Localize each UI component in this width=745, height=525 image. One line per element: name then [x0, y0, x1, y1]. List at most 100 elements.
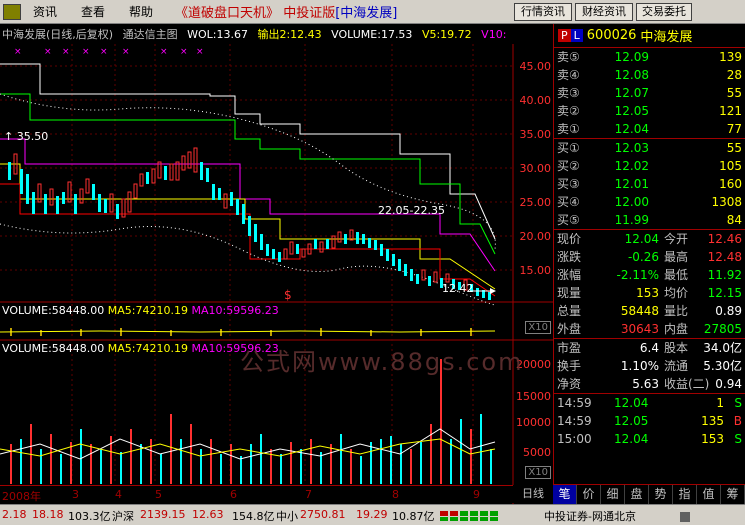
y-label-20: 20.00 [519, 230, 552, 243]
status-index-3-label[interactable]: 中小 [276, 508, 298, 524]
chart-area[interactable]: 中海发展(日线,后复权) 通达信主图 WOL:13.67 输出2:12.43 V… [0, 24, 553, 504]
buy-row: 买① 12.03 55 [557, 141, 742, 155]
tick-list: 14:59 12.04 1 S 14:59 12.05 135 B 15:00 12.04 15… [554, 393, 745, 448]
quote-panel: PL 600026 中海发展 卖⑤ 12.09 139 卖④ 12.08 28 卖③ 12… [553, 24, 745, 484]
x10-label-2: X10 [525, 466, 551, 479]
svg-text:×: × [82, 47, 90, 57]
settings-icon[interactable] [680, 512, 690, 522]
title-quote: 《道破盘口天机》 [175, 6, 280, 21]
tab-value[interactable]: 值 [697, 485, 721, 504]
status-index-1-value: 2.18 [2, 508, 27, 521]
sell-row: 卖② 12.05 121 [557, 104, 742, 118]
vol-label-15000: 15000 [516, 390, 551, 403]
y-label-45: 45.00 [519, 60, 552, 73]
status-index-3-change: 19.29 [356, 508, 388, 521]
svg-text:×: × [160, 47, 168, 57]
sell-orders: 卖⑤ 12.09 139 卖④ 12.08 28 卖③ 12.07 55 卖② 12.05 12… [554, 48, 745, 138]
x-label-8: 8 [392, 488, 399, 501]
menu-item-view[interactable]: 查看 [69, 3, 117, 20]
status-index-2-value: 2139.15 [140, 508, 186, 521]
title-broker: 中投证版 [283, 6, 336, 21]
sell-row: 卖⑤ 12.09 139 [557, 50, 742, 64]
stat-row: 现量 153 均价 12.15 [557, 286, 742, 300]
quote-header: PL 600026 中海发展 [554, 24, 745, 48]
y-label-15: 15.00 [519, 264, 552, 277]
x-axis: 2008年 3 4 5 6 7 8 9 [0, 485, 553, 503]
tab-index[interactable]: 指 [673, 485, 697, 504]
quote-info-button[interactable]: 行情资讯 [514, 3, 572, 21]
x-label-2008: 2008年 [2, 490, 41, 503]
tab-trend[interactable]: 势 [649, 485, 673, 504]
status-bar: 2.18 18.18 103.3亿 沪深 2139.15 12.63 154.8… [0, 504, 745, 525]
status-index-2-change: 12.63 [192, 508, 224, 521]
stat-row: 现价 12.04 今开 12.46 [557, 232, 742, 246]
chart-header: 中海发展(日线,后复权) 通达信主图 WOL:13.67 输出2:12.43 V… [2, 26, 512, 42]
vol-label-10000: 10000 [516, 416, 551, 429]
tab-book[interactable]: 盘 [625, 485, 649, 504]
x-label-3: 3 [72, 488, 79, 501]
menu-item-info[interactable]: 资讯 [21, 3, 69, 20]
buy-orders: 买① 12.03 55 买② 12.02 105 买③ 12.01 160 买④ 12.00 1… [554, 138, 745, 229]
stock-code: 600026 [586, 28, 637, 43]
x-label-9: 9 [473, 488, 480, 501]
sell-row: 卖④ 12.08 28 [557, 68, 742, 82]
svg-text:×: × [122, 47, 130, 57]
tab-trades[interactable]: 笔 [553, 485, 577, 504]
status-index-1-amount: 103.3亿 [68, 510, 111, 523]
status-index-3-amount: 10.87亿 [392, 510, 435, 523]
chart-v10: V10: [481, 28, 507, 41]
watermark: 公式网www.88gs.com [240, 348, 524, 376]
chart-indicator: 通达信主图 [122, 28, 178, 41]
quote-fundamentals: 市盈 6.4 股本 34.0亿 换手 1.10% 流通 5.30亿 净资 5.63 收益(二) 0… [554, 338, 745, 393]
menu-bar: 资讯 查看 帮助 《道破盘口天机》 中投证版[中海发展] [0, 0, 745, 24]
market-breadth-bars [440, 511, 498, 521]
chart-volume: VOLUME:17.53 [331, 28, 413, 41]
x-label-4: 4 [115, 488, 122, 501]
chart-v5: V5:19.72 [421, 28, 472, 41]
x10-label-1: X10 [525, 321, 551, 334]
mid-annotation: 22.05-22.35 [378, 204, 445, 217]
tab-detail[interactable]: 细 [601, 485, 625, 504]
title-stock: [中海发展] [335, 6, 398, 21]
svg-text:×: × [14, 47, 22, 57]
dollar-marker: $ [284, 288, 292, 302]
svg-text:×: × [196, 47, 204, 57]
chart-wol: WOL:13.67 [187, 28, 248, 41]
tick-row: 15:00 12.04 153 S [557, 432, 742, 446]
p-badge[interactable]: P [558, 29, 571, 42]
buy-row: 买④ 12.00 1308 [557, 195, 742, 209]
chart-stock-name: 中海发展(日线,后复权) [2, 28, 114, 41]
period-tab-daily[interactable]: 日线 [513, 485, 553, 503]
tab-price[interactable]: 价 [577, 485, 601, 504]
svg-text:×: × [62, 47, 70, 57]
menu-item-help[interactable]: 帮助 [117, 3, 165, 20]
window-title: 《道破盘口天机》 中投证版[中海发展] [175, 2, 397, 21]
volume-header-2: VOLUME:58448.00 MA5:74210.19 MA10:59596.… [2, 342, 279, 355]
status-index-2-label[interactable]: 沪深 [112, 508, 134, 524]
high-annotation: ↑ 35.50 [4, 130, 49, 143]
sell-row: 卖③ 12.07 55 [557, 86, 742, 100]
stock-name: 中海发展 [640, 30, 693, 45]
status-broker: 中投证券-网通北京 [544, 510, 636, 523]
buy-row: 买⑤ 11.99 84 [557, 213, 742, 227]
y-label-35: 35.00 [519, 128, 552, 141]
app-icon[interactable] [3, 3, 21, 20]
buy-row: 买③ 12.01 160 [557, 177, 742, 191]
buy-row: 买② 12.02 105 [557, 159, 742, 173]
l-badge[interactable]: L [570, 29, 583, 42]
tick-row: 14:59 12.04 1 S [557, 396, 742, 410]
x-label-5: 5 [155, 488, 162, 501]
price-chart: × × × × × × × × × [0, 44, 553, 504]
tab-chips[interactable]: 筹 [721, 485, 745, 504]
svg-text:×: × [44, 47, 52, 57]
finance-info-button[interactable]: 财经资讯 [575, 3, 633, 21]
y-label-30: 30.00 [519, 162, 552, 175]
fund-row: 换手 1.10% 流通 5.30亿 [557, 359, 742, 373]
stat-row: 涨幅 -2.11% 最低 11.92 [557, 268, 742, 282]
x-label-7: 7 [305, 488, 312, 501]
quote-tabs: 笔 价 细 盘 势 指 值 筹 [553, 484, 745, 504]
stat-row: 外盘 30643 内盘 27805 [557, 322, 742, 336]
trade-button[interactable]: 交易委托 [636, 3, 692, 21]
y-label-40: 40.00 [519, 94, 552, 107]
tick-row: 14:59 12.05 135 B [557, 414, 742, 428]
